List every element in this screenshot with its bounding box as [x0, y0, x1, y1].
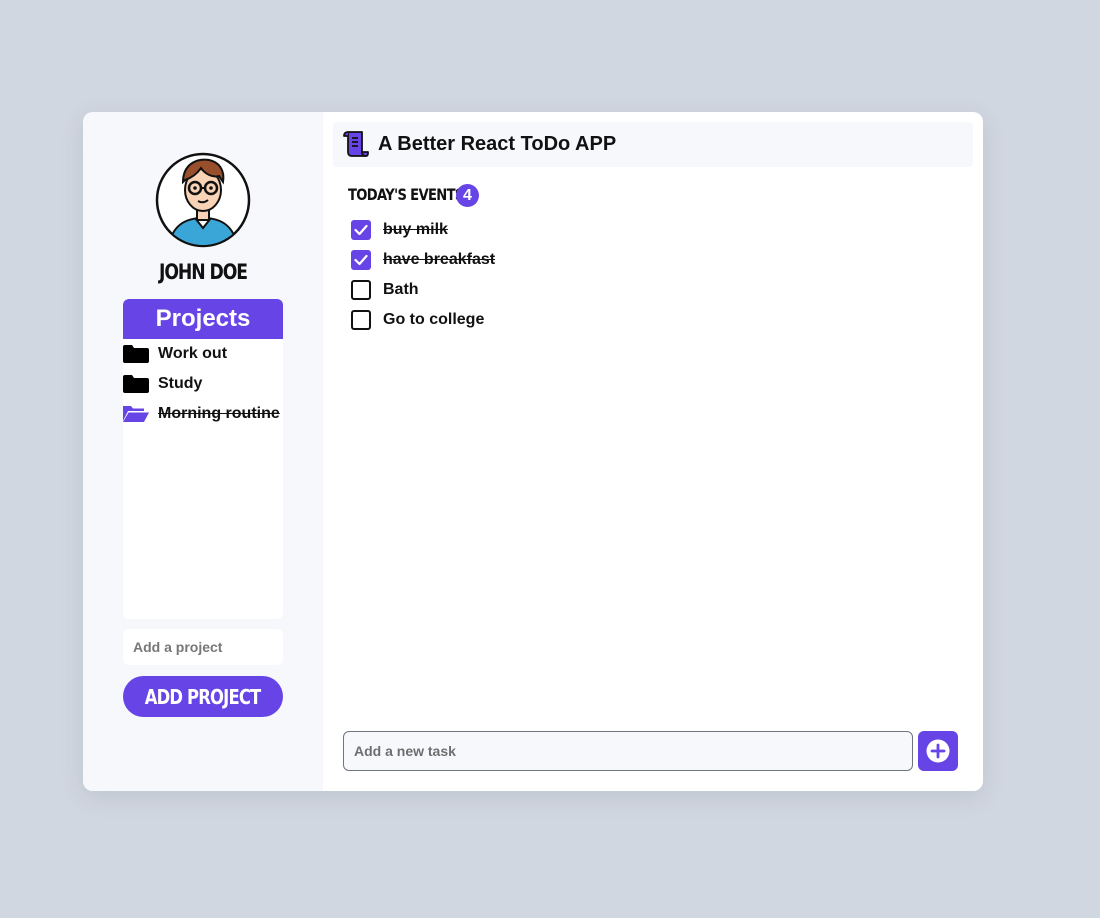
- project-label: Work out: [158, 345, 228, 362]
- task-label: Bath: [383, 281, 419, 298]
- task-label: have breakfast: [383, 251, 496, 268]
- sidebar: JOHN DOE Projects Work out Study Morning…: [83, 112, 323, 791]
- projects-title: Projects: [123, 299, 283, 339]
- add-project-button-label: ADD PROJECT: [145, 684, 262, 709]
- project-item-morning-routine[interactable]: Morning routine: [123, 399, 283, 429]
- task-list: buy milk have breakfast Bath Go to colle…: [351, 215, 495, 335]
- folder-icon: [123, 345, 149, 363]
- new-task-input[interactable]: [343, 731, 913, 771]
- checkmark-icon: [354, 254, 368, 266]
- project-item-study[interactable]: Study: [123, 369, 283, 399]
- project-label: Study: [158, 375, 203, 392]
- task-row[interactable]: Go to college: [351, 305, 495, 335]
- checkmark-icon: [354, 224, 368, 236]
- projects-panel: Projects Work out Study Morning routine: [123, 299, 283, 619]
- task-checkbox[interactable]: [351, 250, 371, 270]
- app-card: JOHN DOE Projects Work out Study Morning…: [83, 112, 983, 791]
- plus-circle-icon: [926, 739, 950, 763]
- project-item-work-out[interactable]: Work out: [123, 339, 283, 369]
- task-label: Go to college: [383, 311, 485, 328]
- scroll-icon: [343, 131, 369, 157]
- user-avatar-icon: [155, 152, 251, 248]
- task-row[interactable]: buy milk: [351, 215, 495, 245]
- task-row[interactable]: have breakfast: [351, 245, 495, 275]
- task-label: buy milk: [383, 221, 448, 238]
- main-panel: A Better React ToDo APP TODAY'S EVENTS 4…: [323, 112, 983, 791]
- app-header: A Better React ToDo APP: [333, 122, 973, 167]
- folder-open-icon: [123, 405, 149, 423]
- task-checkbox[interactable]: [351, 310, 371, 330]
- app-title: A Better React ToDo APP: [378, 133, 617, 155]
- task-row[interactable]: Bath: [351, 275, 495, 305]
- folder-icon: [123, 375, 149, 393]
- events-count-badge: 4: [456, 184, 479, 207]
- events-heading: TODAY'S EVENTS: [348, 185, 464, 204]
- add-project-input[interactable]: [123, 629, 283, 665]
- task-checkbox[interactable]: [351, 280, 371, 300]
- user-name: JOHN DOE: [158, 260, 248, 284]
- project-label: Morning routine: [158, 405, 280, 422]
- task-checkbox[interactable]: [351, 220, 371, 240]
- add-project-button[interactable]: ADD PROJECT: [123, 676, 283, 717]
- add-task-button[interactable]: [918, 731, 958, 771]
